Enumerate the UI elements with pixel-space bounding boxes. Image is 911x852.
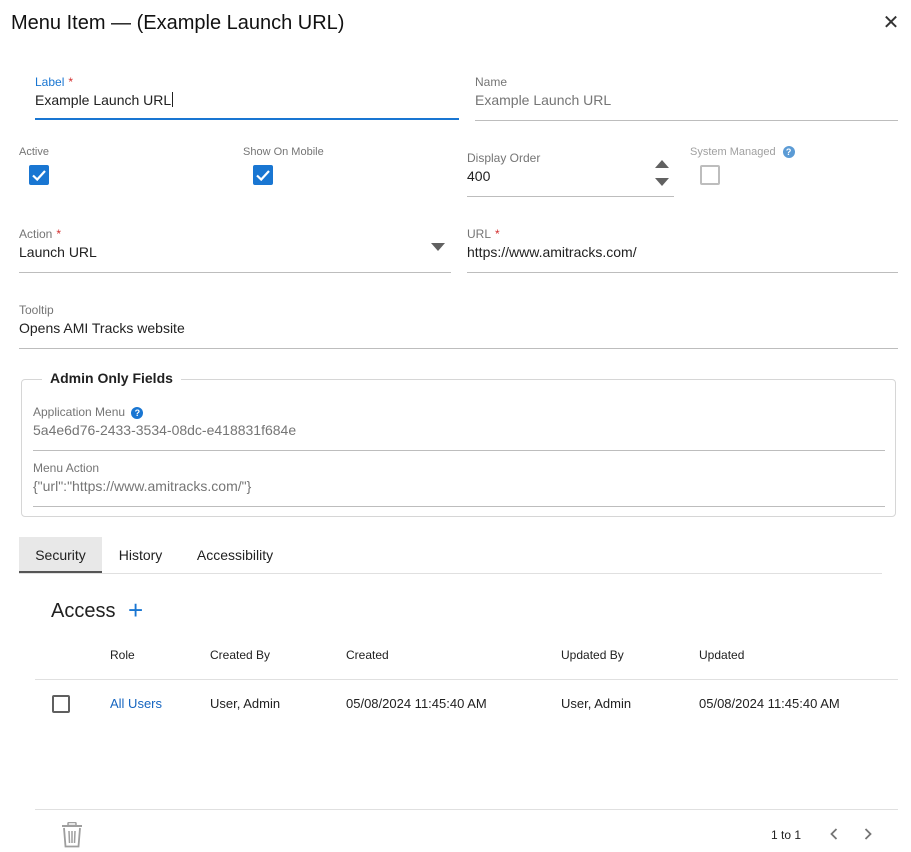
tab-history[interactable]: History bbox=[106, 537, 175, 573]
check-icon bbox=[32, 170, 46, 182]
url-label: URL * bbox=[467, 227, 500, 241]
check-icon bbox=[256, 170, 270, 182]
action-label-text: Action bbox=[19, 227, 53, 241]
column-header-updated[interactable]: Updated bbox=[699, 648, 744, 662]
tab-accessibility[interactable]: Accessibility bbox=[185, 537, 285, 573]
menu-action-underline bbox=[33, 506, 885, 507]
access-title: Access bbox=[51, 600, 116, 622]
action-underline bbox=[19, 272, 451, 273]
help-circle-icon[interactable]: ? bbox=[131, 407, 144, 419]
admin-fields-legend: Admin Only Fields bbox=[42, 370, 181, 386]
chevron-right-icon[interactable] bbox=[858, 824, 878, 844]
active-label: Active bbox=[19, 146, 49, 158]
display-order-underline bbox=[467, 196, 674, 197]
tabs-divider bbox=[19, 573, 882, 574]
created-by-cell: User, Admin bbox=[210, 696, 281, 711]
required-marker: * bbox=[495, 227, 500, 241]
pagination-range: 1 to 1 bbox=[771, 828, 802, 842]
display-order-label: Display Order bbox=[467, 151, 541, 165]
display-order-input[interactable]: 400 bbox=[467, 168, 490, 184]
text-caret bbox=[172, 92, 174, 107]
show-on-mobile-label: Show On Mobile bbox=[243, 146, 324, 158]
system-managed-label-text: System Managed bbox=[690, 146, 776, 158]
column-header-created[interactable]: Created bbox=[346, 648, 389, 662]
column-header-created-by[interactable]: Created By bbox=[210, 648, 270, 662]
system-managed-label: System Managed ? bbox=[690, 146, 795, 158]
label-field-label: Label * bbox=[35, 75, 73, 89]
updated-cell: 05/08/2024 11:45:40 AM bbox=[699, 696, 840, 711]
application-menu-label: Application Menu ? bbox=[33, 405, 144, 419]
application-menu-underline bbox=[33, 450, 885, 451]
system-managed-checkbox bbox=[700, 165, 720, 185]
display-order-stepper[interactable] bbox=[653, 157, 671, 189]
chevron-left-icon[interactable] bbox=[824, 824, 844, 844]
help-circle-icon[interactable]: ? bbox=[782, 146, 795, 158]
tooltip-input[interactable]: Opens AMI Tracks website bbox=[19, 320, 898, 336]
url-underline bbox=[467, 272, 898, 273]
menu-action-value: {"url":"https://www.amitracks.com/"} bbox=[33, 478, 252, 494]
required-marker: * bbox=[56, 227, 62, 241]
stepper-arrows-icon bbox=[655, 160, 669, 186]
trash-icon[interactable] bbox=[61, 821, 83, 848]
name-field-label: Name bbox=[475, 75, 508, 89]
updated-by-cell: User, Admin bbox=[561, 696, 632, 711]
label-input-value: Example Launch URL bbox=[35, 92, 172, 108]
name-field-value: Example Launch URL bbox=[475, 92, 612, 108]
table-header-divider bbox=[35, 679, 898, 680]
created-cell: 05/08/2024 11:45:40 AM bbox=[346, 696, 487, 711]
url-label-text: URL bbox=[467, 227, 492, 241]
active-checkbox[interactable] bbox=[29, 165, 49, 185]
label-input[interactable]: Example Launch URL bbox=[35, 92, 459, 112]
url-input[interactable]: https://www.amitracks.com/ bbox=[467, 244, 898, 260]
name-field-underline bbox=[475, 120, 898, 121]
close-icon[interactable]: ✕ bbox=[880, 12, 902, 34]
column-header-updated-by[interactable]: Updated By bbox=[561, 648, 624, 662]
row-select-checkbox[interactable] bbox=[52, 695, 70, 713]
role-link[interactable]: All Users bbox=[110, 696, 162, 711]
tooltip-underline bbox=[19, 348, 898, 349]
required-marker: * bbox=[68, 75, 74, 89]
plus-icon[interactable]: + bbox=[128, 597, 148, 623]
admin-fields-box bbox=[21, 379, 896, 517]
table-footer-divider bbox=[35, 809, 898, 810]
action-label: Action * bbox=[19, 227, 61, 241]
label-field-label-text: Label bbox=[35, 75, 65, 89]
label-input-underline bbox=[35, 118, 459, 120]
application-menu-label-text: Application Menu bbox=[33, 405, 126, 419]
tab-security[interactable]: Security bbox=[19, 537, 102, 573]
application-menu-value: 5a4e6d76-2433-3534-08dc-e418831f684e bbox=[33, 422, 297, 438]
show-on-mobile-checkbox[interactable] bbox=[253, 165, 273, 185]
action-select[interactable]: Launch URL bbox=[19, 244, 451, 260]
menu-action-label: Menu Action bbox=[33, 461, 100, 475]
column-header-role[interactable]: Role bbox=[110, 648, 135, 662]
dialog-title: Menu Item — (Example Launch URL) bbox=[11, 12, 345, 34]
caret-down-icon[interactable] bbox=[430, 240, 446, 252]
tooltip-label: Tooltip bbox=[19, 303, 54, 317]
